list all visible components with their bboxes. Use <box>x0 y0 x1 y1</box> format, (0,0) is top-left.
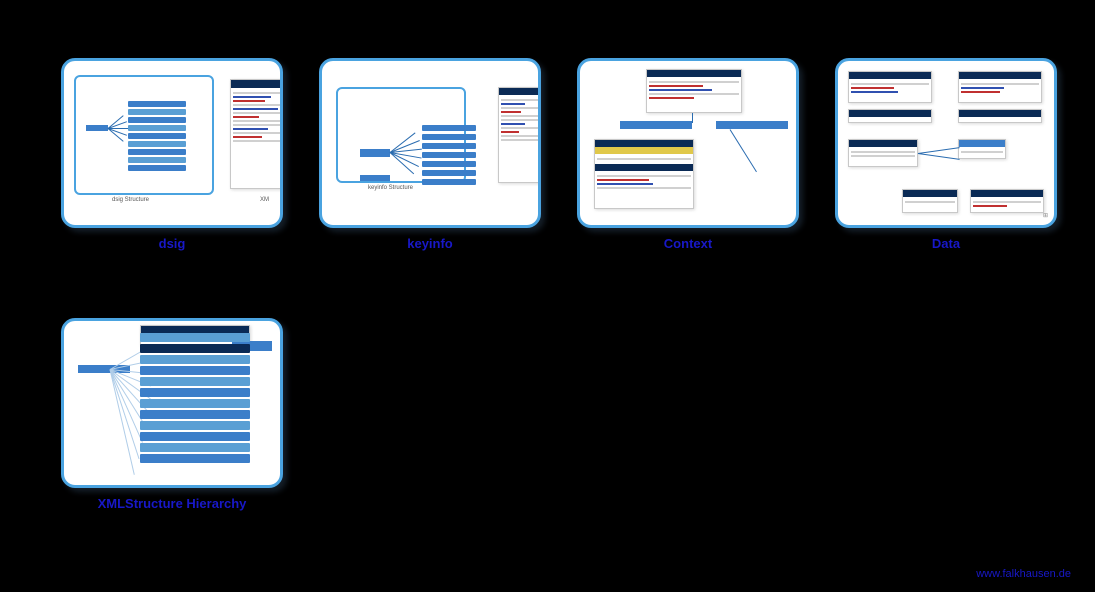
card-dsig: dsig Structure XM dsig <box>58 58 286 288</box>
card-keyinfo: keyinfo Structure keyinfo <box>316 58 544 288</box>
mini-panel <box>336 87 466 183</box>
code-preview <box>230 79 283 189</box>
thumb-context[interactable] <box>577 58 799 228</box>
context-top-box <box>646 69 742 113</box>
barstack <box>422 125 476 185</box>
card-data: ⊞ Data <box>832 58 1060 288</box>
context-left-stack <box>594 139 694 209</box>
mini-label-keyinfo: keyinfo Structure <box>368 185 413 191</box>
caption-context[interactable]: Context <box>664 236 712 251</box>
mini-label-dsig: dsig Structure <box>112 197 149 203</box>
thumb-dsig[interactable]: dsig Structure XM <box>61 58 283 228</box>
mini-panel <box>74 75 214 195</box>
card-xmlstructure: XMLStructure Hierarchy <box>58 318 286 548</box>
card-context: Context <box>574 58 802 288</box>
footer-link[interactable]: www.falkhausen.de <box>976 568 1071 580</box>
code-preview <box>498 87 541 183</box>
barstack <box>128 101 186 171</box>
thumb-keyinfo[interactable]: keyinfo Structure <box>319 58 541 228</box>
thumb-data[interactable]: ⊞ <box>835 58 1057 228</box>
page-title-area <box>20 8 420 48</box>
caption-xmlstructure[interactable]: XMLStructure Hierarchy <box>98 496 247 511</box>
caption-keyinfo[interactable]: keyinfo <box>407 236 453 251</box>
caption-dsig[interactable]: dsig <box>159 236 186 251</box>
diagram-grid: dsig Structure XM dsig <box>58 58 1060 548</box>
thumb-xmlstructure[interactable] <box>61 318 283 488</box>
mini-label-xml: XM <box>260 197 269 203</box>
caption-data[interactable]: Data <box>932 236 960 251</box>
hierarchy-stack <box>140 333 250 463</box>
